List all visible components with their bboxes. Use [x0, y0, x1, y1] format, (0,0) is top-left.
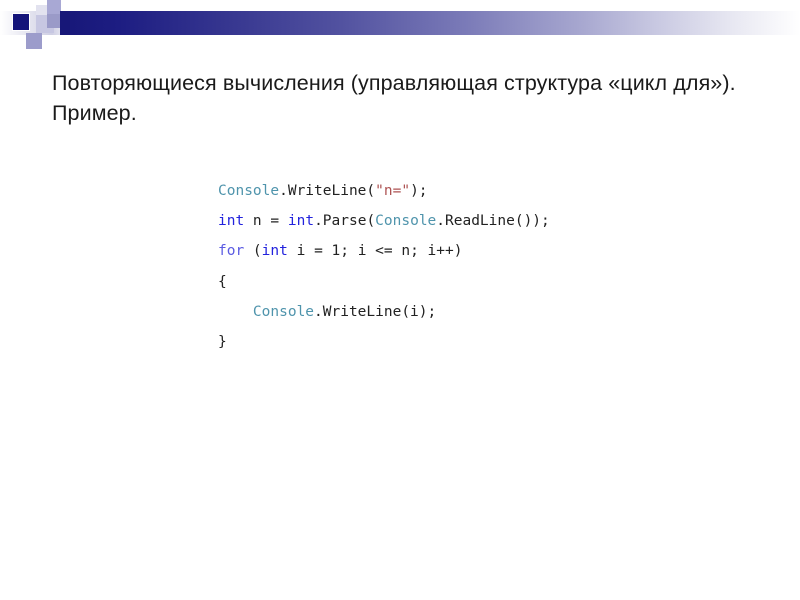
code-line: Console.WriteLine(i);	[218, 297, 550, 327]
code-token-keyword: int	[287, 213, 315, 230]
decorative-square-top	[47, 0, 61, 14]
code-token-plain: .ReadLine());	[436, 213, 550, 230]
decorative-square-bottom	[26, 33, 42, 49]
code-token-plain: }	[218, 333, 227, 350]
code-token-string: "n="	[375, 183, 411, 199]
slide-title: Повторяющиеся вычисления (управляющая ст…	[52, 71, 742, 126]
code-token-type: Console	[375, 213, 437, 230]
code-token-plain: {	[218, 273, 227, 290]
code-token-plain: .WriteLine(i);	[314, 303, 437, 320]
code-token-keyword: int	[261, 243, 288, 260]
code-line: int n = int.Parse(Console.ReadLine());	[218, 206, 550, 236]
code-line: Console.WriteLine("n=");	[218, 176, 550, 206]
decorative-square-banner-head	[60, 11, 70, 35]
code-token-plain: .WriteLine(	[279, 183, 376, 199]
code-token-plain: .Parse(	[314, 213, 376, 230]
code-token-plain: );	[410, 183, 428, 199]
code-token-plain: (	[244, 243, 262, 260]
code-block: Console.WriteLine("n="); int n = int.Pars…	[218, 176, 550, 357]
code-token-type: Console	[218, 183, 280, 199]
code-token-control: for	[218, 243, 245, 260]
decorative-square-navy	[12, 13, 30, 31]
code-token-keyword: int	[218, 213, 245, 230]
code-token-type: Console	[252, 303, 315, 320]
code-line: {	[218, 267, 550, 297]
header-gradient-banner	[60, 11, 800, 35]
code-token-plain: i = 1; i <= n; i++)	[287, 243, 463, 260]
code-line: }	[218, 327, 550, 357]
code-line: for (int i = 1; i <= n; i++)	[218, 236, 550, 266]
slide-header-decoration	[0, 0, 800, 52]
code-token-plain: n =	[244, 213, 288, 230]
